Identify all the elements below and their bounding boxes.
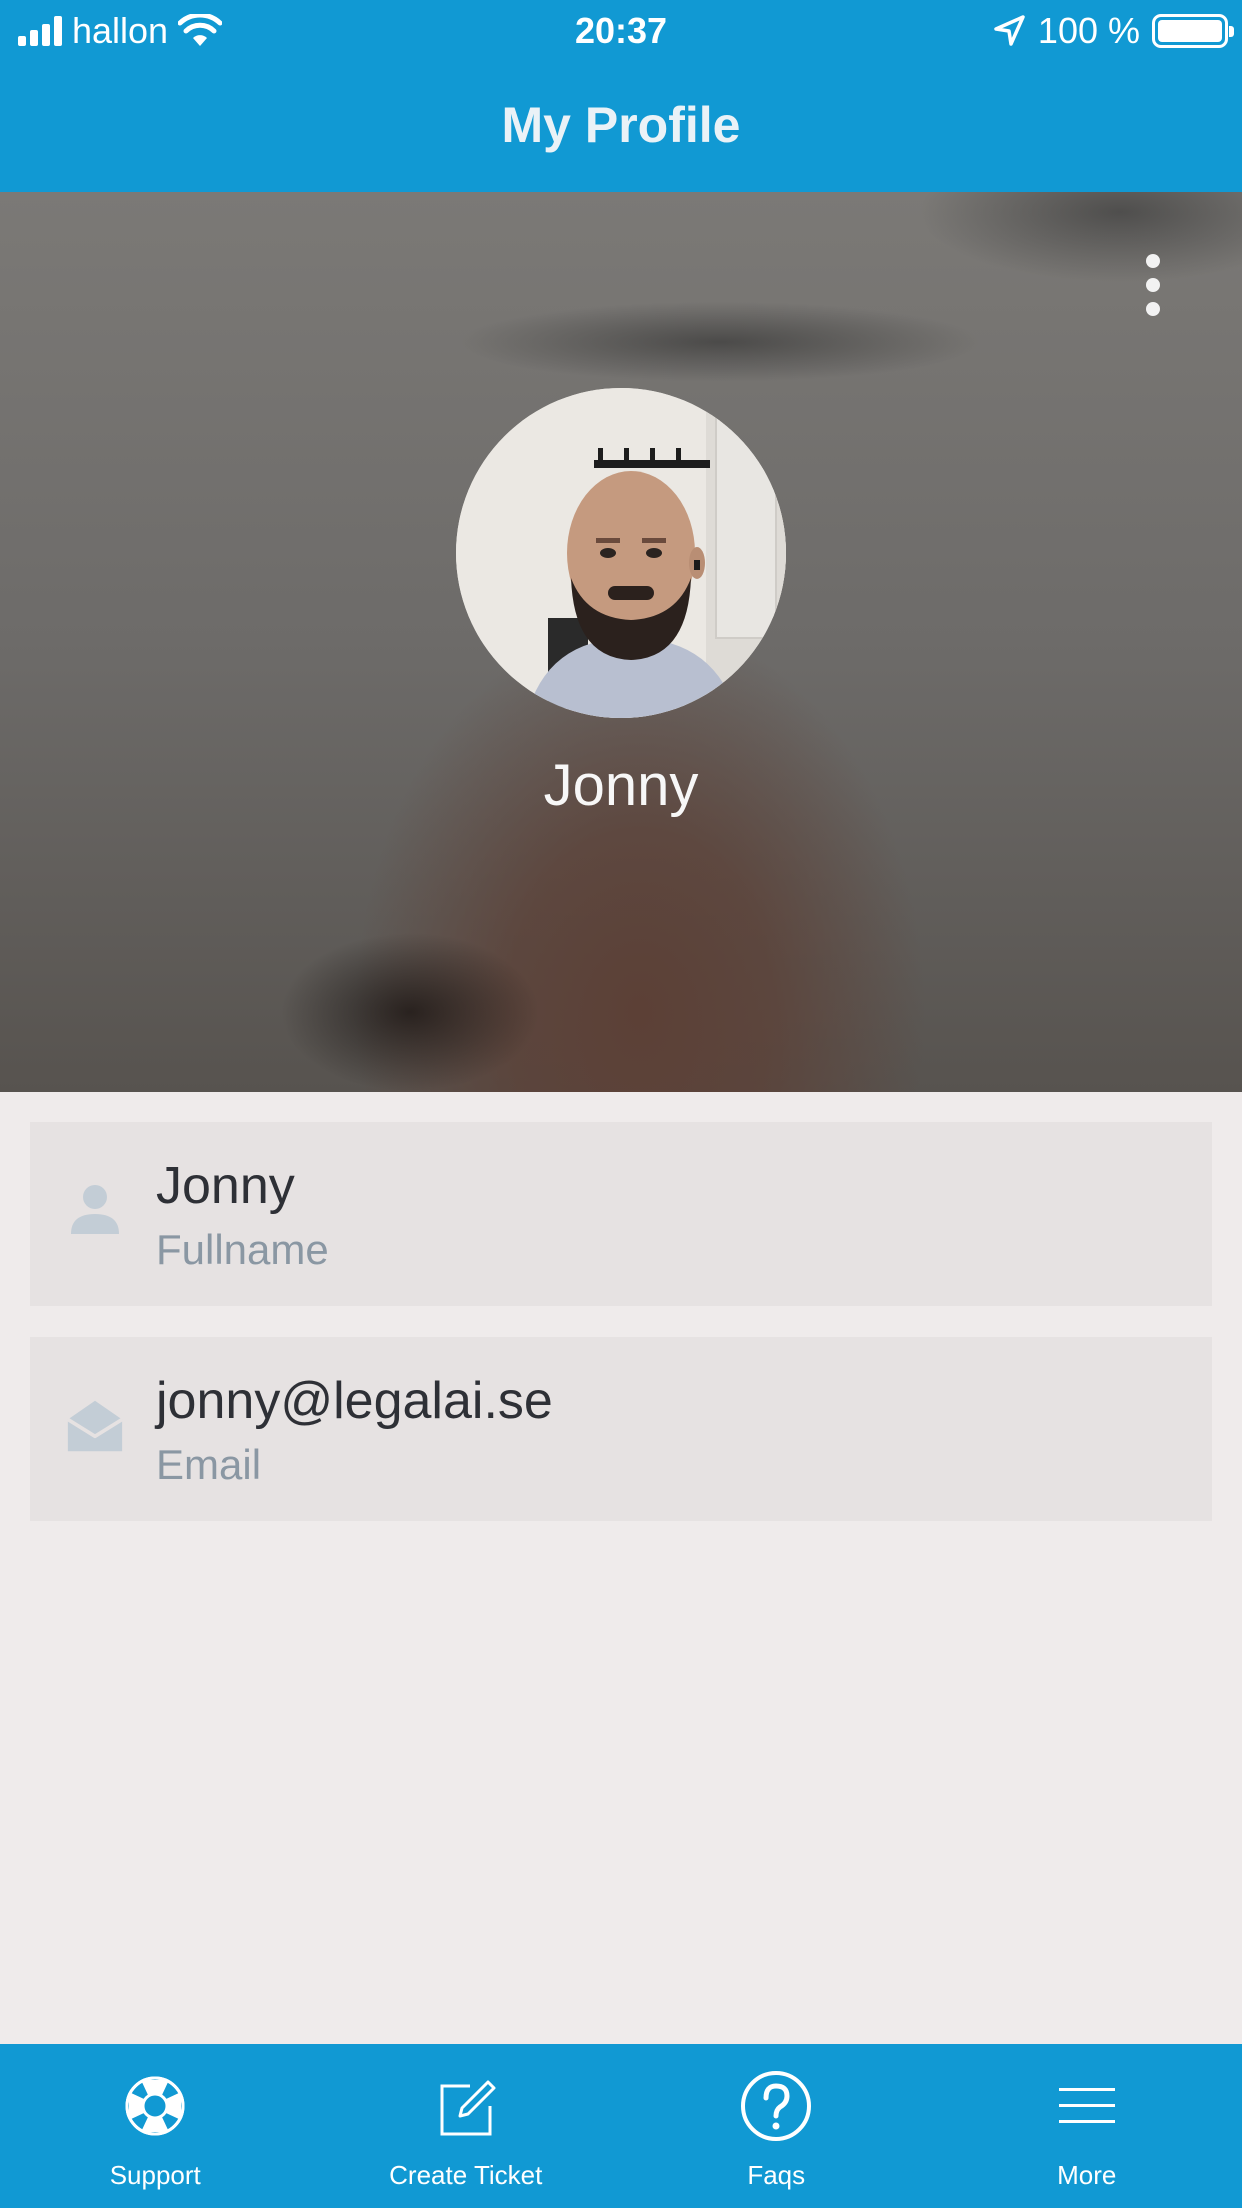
email-field[interactable]: jonny@legalai.se Email [30,1337,1212,1521]
tab-create-ticket-label: Create Ticket [389,2160,543,2190]
tab-faqs[interactable]: Faqs [621,2044,932,2208]
avatar-photo [456,388,786,718]
tab-faqs-label: Faqs [747,2160,806,2190]
profile-hero: Jonny [0,192,1242,1092]
hero-shadow [280,932,540,1092]
person-icon [71,1185,119,1234]
battery-percent: 100 % [1037,10,1140,51]
location-arrow-icon [994,15,1025,46]
fullname-field[interactable]: Jonny Fullname [30,1122,1212,1306]
top-bar: hallon 20:37 100 % My Profile [0,0,1242,192]
tab-support[interactable]: Support [0,2044,311,2208]
page-title: My Profile [501,97,741,153]
profile-name: Jonny [543,753,699,818]
fullname-value: Jonny [156,1157,295,1215]
status-right: 100 % [992,10,1234,52]
email-value: jonny@legalai.se [156,1372,553,1430]
avatar[interactable] [456,388,786,718]
tab-create-ticket[interactable]: Create Ticket [311,2044,622,2208]
bottom-tab-bar: Support Create Ticket Faqs More [0,2044,1242,2208]
email-label: Email [156,1441,262,1488]
question-circle-icon [741,2071,812,2141]
envelope-open-icon [66,1400,124,1452]
battery-icon [1152,14,1234,48]
status-bar: hallon 20:37 100 % [0,0,1242,62]
edit-icon [440,2080,496,2136]
menu-icon [1058,2088,1115,2123]
lifebuoy-icon [125,2076,185,2136]
more-options-button[interactable] [1136,250,1170,320]
fullname-label: Fullname [156,1226,329,1273]
tab-more-label: More [1057,2160,1117,2190]
tab-more[interactable]: More [932,2044,1242,2208]
tab-support-label: Support [109,2160,201,2190]
